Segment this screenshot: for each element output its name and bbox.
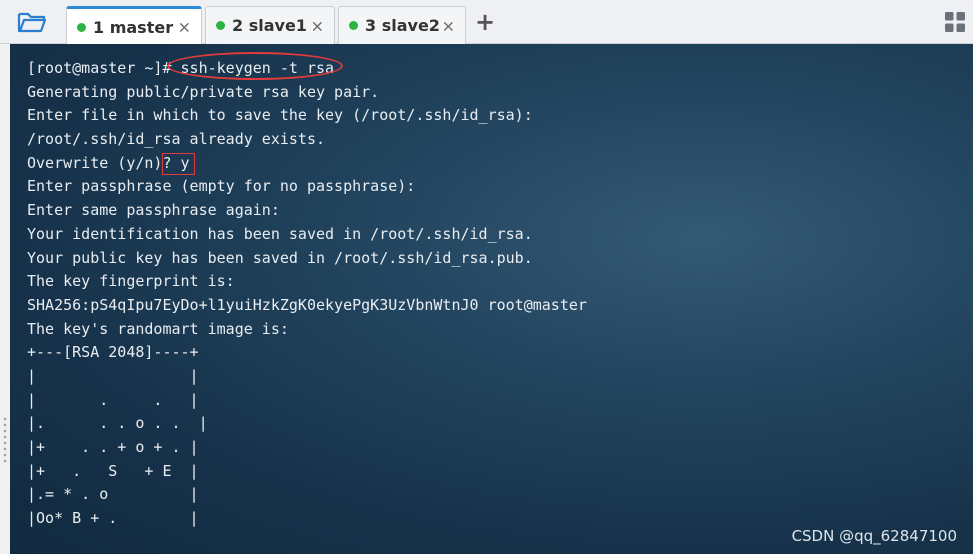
status-dot <box>216 21 225 30</box>
terminal-line: Your public key has been saved in /root/… <box>27 248 533 267</box>
status-dot <box>77 22 86 32</box>
terminal-line: |+ . . + o + . | <box>27 438 199 456</box>
terminal-line: Enter passphrase (empty for no passphras… <box>27 177 416 196</box>
tab-slave1[interactable]: 2 slave1 × <box>205 6 335 44</box>
close-icon[interactable]: × <box>178 18 191 37</box>
terminal-line: Enter file in which to save the key (/ro… <box>27 106 533 125</box>
terminal-line: Enter same passphrase again: <box>27 201 280 220</box>
terminal-line: The key's randomart image is: <box>27 319 289 338</box>
status-dot <box>349 21 358 30</box>
tab-label: 2 slave1 <box>232 16 307 35</box>
terminal-line: Overwrite (y/n)? y <box>27 153 190 172</box>
close-icon[interactable]: × <box>311 16 324 35</box>
tab-bar: 1 master × 2 slave1 × 3 slave2 × + <box>0 0 973 45</box>
close-icon[interactable]: × <box>442 16 455 35</box>
folder-open-icon[interactable] <box>10 6 54 38</box>
add-tab-button[interactable]: + <box>472 8 498 36</box>
terminal-line: | . . | <box>27 390 199 409</box>
command-highlight-ellipse <box>167 52 343 80</box>
tab-label: 1 master <box>93 17 174 37</box>
resize-handle[interactable] <box>3 416 7 466</box>
tab-label: 3 slave2 <box>365 16 440 35</box>
tab-master[interactable]: 1 master × <box>66 6 202 45</box>
terminal-line: SHA256:pS4qIpu7EyDo+l1yuiHzkZgK0ekyePgK3… <box>27 295 587 314</box>
terminal-line: |. . . o . . | <box>27 414 208 433</box>
grid-icon[interactable] <box>944 11 966 33</box>
terminal-line: +---[RSA 2048]----+ <box>27 343 199 362</box>
terminal-line: /root/.ssh/id_rsa already exists. <box>27 130 326 149</box>
terminal-line: |.= * . o | <box>27 485 199 504</box>
terminal-line: The key fingerprint is: <box>27 272 235 291</box>
terminal-line: Your identification has been saved in /r… <box>27 224 533 243</box>
terminal-line: |+ . S + E | <box>27 461 199 480</box>
answer-highlight-box <box>162 153 195 175</box>
terminal-line: | | <box>27 366 199 385</box>
watermark: CSDN @qq_62847100 <box>791 527 957 545</box>
terminal-view[interactable]: [root@master ~]# ssh-keygen -t rsa Genera… <box>10 44 973 554</box>
terminal-line: Generating public/private rsa key pair. <box>27 82 380 101</box>
tab-slave2[interactable]: 3 slave2 × <box>338 6 466 44</box>
terminal-line: |Oo* B + . | <box>27 509 199 528</box>
panel-gutter <box>0 44 10 554</box>
terminal-output: [root@master ~]# ssh-keygen -t rsa Genera… <box>27 57 587 531</box>
